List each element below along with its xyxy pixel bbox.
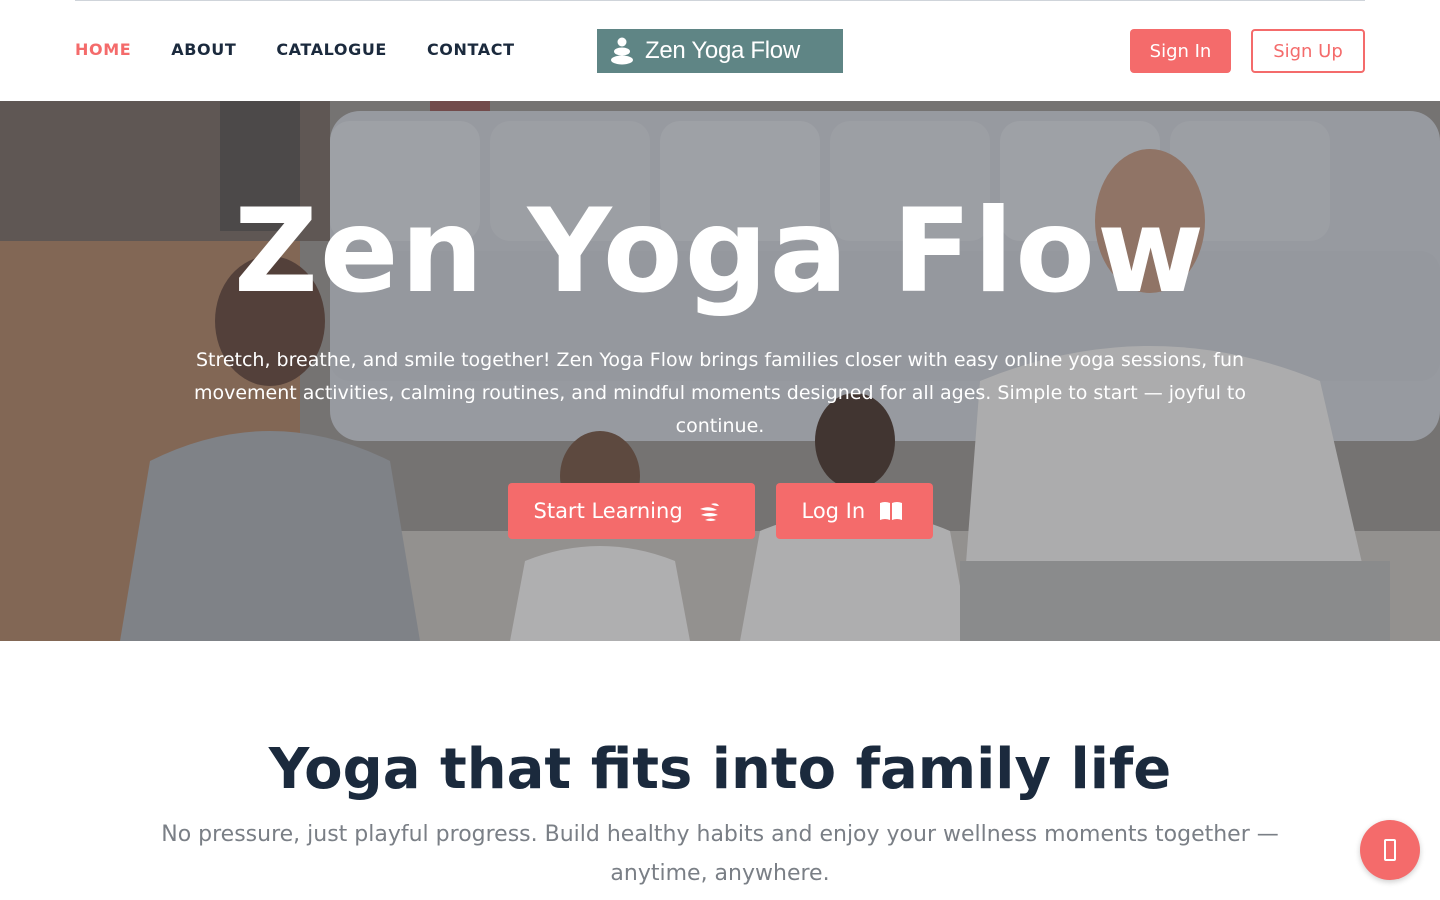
- family-section-subtitle: No pressure, just playful progress. Buil…: [161, 822, 1279, 886]
- main-nav: HOME ABOUT CATALOGUE CONTACT: [75, 39, 515, 61]
- open-book-icon: [880, 502, 903, 520]
- chat-button[interactable]: [1360, 820, 1420, 880]
- log-in-label: Log In: [801, 499, 866, 523]
- nav-catalogue[interactable]: CATALOGUE: [276, 39, 387, 61]
- hero-title: Zen Yoga Flow: [233, 184, 1207, 319]
- hero-actions: Start Learning Log In: [0, 483, 1440, 539]
- header-top-divider: [75, 0, 1365, 1]
- logo-text: Zen Yoga Flow: [645, 37, 800, 64]
- nav-about[interactable]: ABOUT: [171, 39, 236, 61]
- hero-description: Stretch, breathe, and smile together! Ze…: [193, 349, 1247, 437]
- start-learning-button[interactable]: Start Learning: [507, 483, 755, 539]
- sign-up-button[interactable]: Sign Up: [1251, 29, 1365, 73]
- hero-section: Zen Yoga Flow Stretch, breathe, and smil…: [0, 101, 1440, 641]
- start-learning-label: Start Learning: [533, 499, 683, 523]
- site-logo[interactable]: Zen Yoga Flow: [597, 29, 843, 73]
- log-in-button[interactable]: Log In: [775, 483, 933, 539]
- nav-home[interactable]: HOME: [75, 39, 131, 61]
- sign-in-button[interactable]: Sign In: [1130, 29, 1231, 73]
- stacked-stones-icon: [611, 37, 633, 65]
- chat-icon: [1384, 839, 1396, 861]
- family-section-title: Yoga that fits into family life: [268, 737, 1172, 802]
- site-header: HOME ABOUT CATALOGUE CONTACT Zen Yoga Fl…: [0, 0, 1440, 101]
- nav-contact[interactable]: CONTACT: [427, 39, 515, 61]
- spa-icon: [699, 503, 719, 521]
